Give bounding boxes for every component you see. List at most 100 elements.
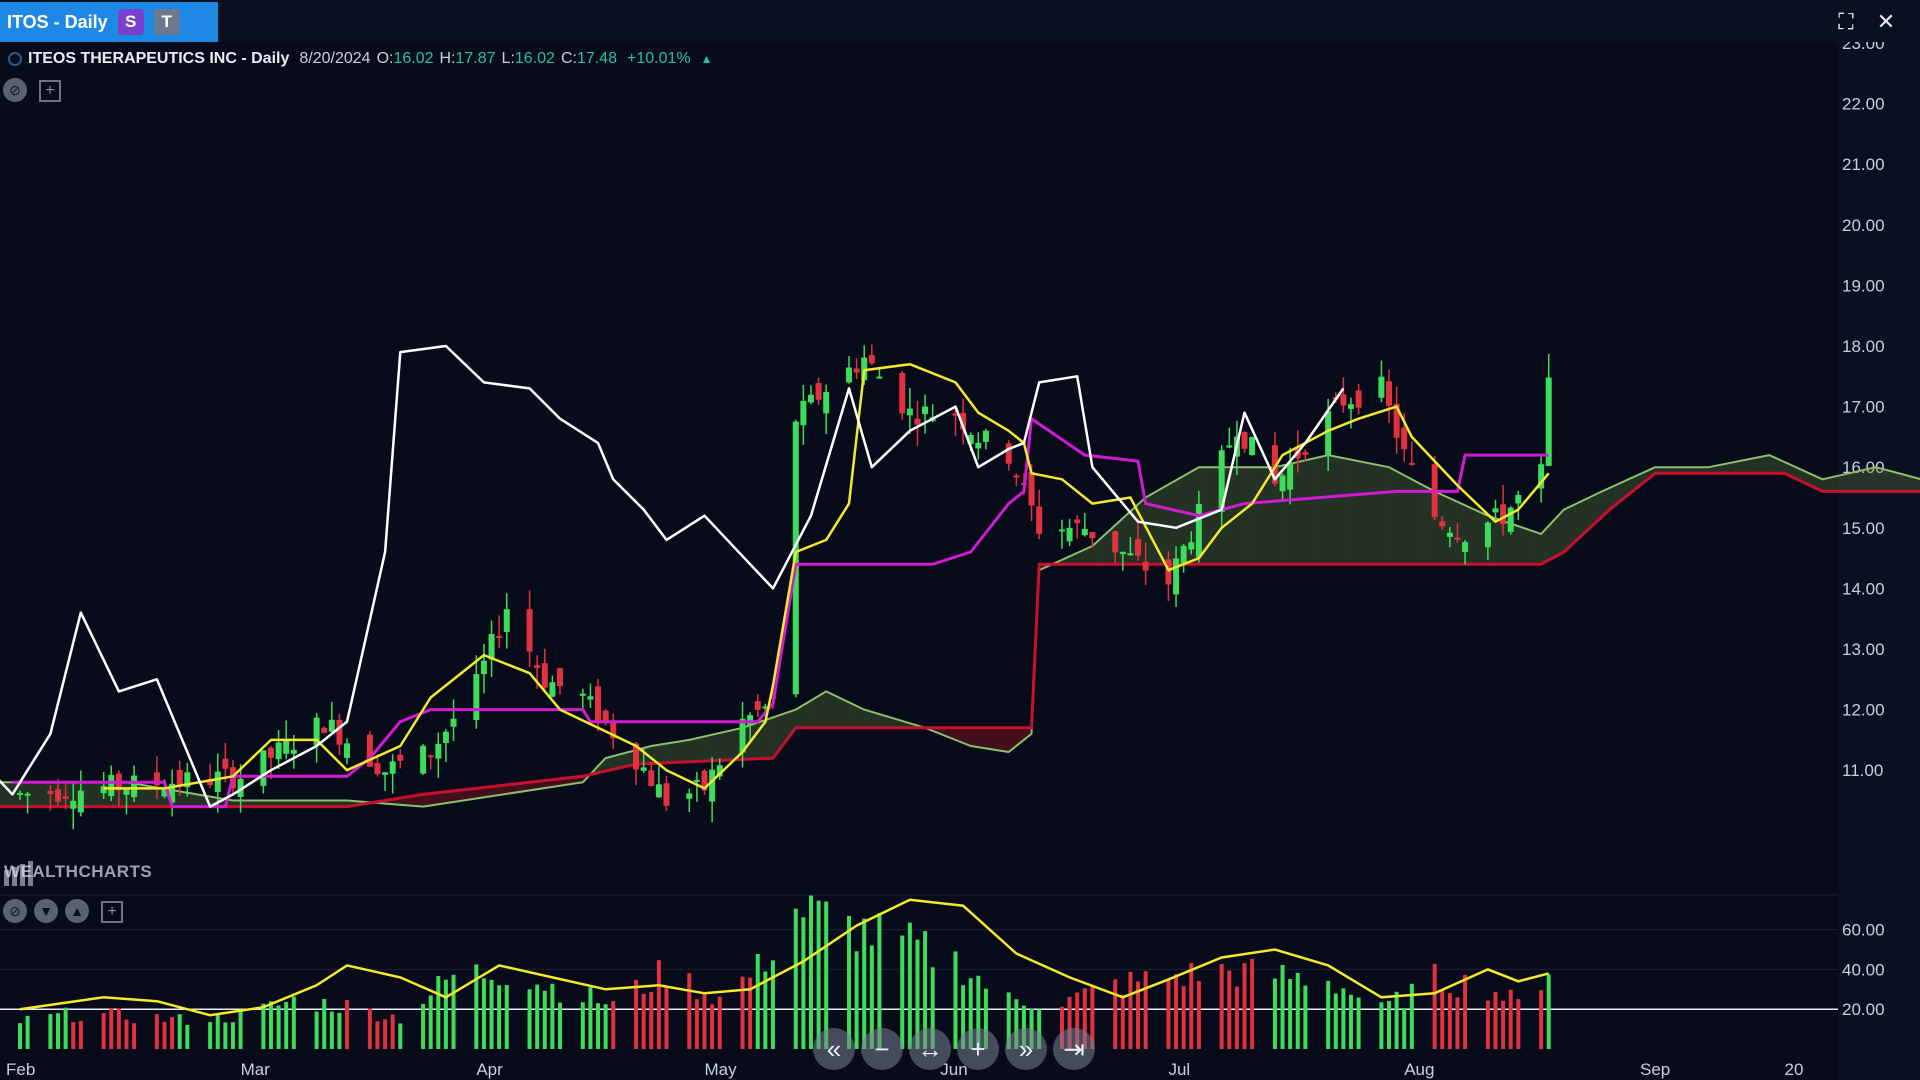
cloud-bull-segment xyxy=(826,691,834,728)
histogram-bar-down xyxy=(641,993,646,1049)
t-badge[interactable]: T xyxy=(153,9,180,35)
histogram-bar-up xyxy=(436,976,441,1049)
candle-up xyxy=(982,430,989,442)
candle-down xyxy=(868,354,875,364)
candle-up xyxy=(108,775,115,797)
histogram-bar-down xyxy=(1516,999,1521,1049)
histogram-bar-down xyxy=(154,1014,159,1049)
candle-down xyxy=(815,382,822,400)
candle-up xyxy=(1287,462,1294,490)
fit-icon[interactable]: ↔ xyxy=(909,1028,951,1070)
price-tick-label: 17.00 xyxy=(1842,398,1885,417)
histogram-bar-down xyxy=(124,1019,129,1049)
jump-end-icon[interactable]: ⇥ xyxy=(1053,1028,1095,1070)
histogram-bar-up xyxy=(953,951,958,1049)
rewind-icon[interactable]: « xyxy=(813,1028,855,1070)
histogram-bar-down xyxy=(1113,979,1118,1049)
histogram-bar-up xyxy=(215,1013,220,1049)
candle-up xyxy=(1058,529,1065,532)
histogram-bar-down xyxy=(1250,958,1255,1049)
candle-down xyxy=(1500,504,1507,525)
histogram-bar-up xyxy=(314,1011,319,1049)
chart-tab[interactable]: ITOS - Daily S T xyxy=(0,2,218,42)
candle-down xyxy=(648,770,655,786)
histogram-bar-down xyxy=(702,992,707,1049)
cloud-bull-segment xyxy=(1852,470,1861,492)
candle-down xyxy=(1302,452,1309,455)
candle-up xyxy=(435,743,442,759)
indicator-tick-label: 60.00 xyxy=(1842,921,1885,940)
candle-down xyxy=(754,701,761,710)
histogram-bar-down xyxy=(1143,971,1148,1049)
candle-down xyxy=(321,727,328,733)
cloud-bull-segment xyxy=(1495,518,1504,565)
cloud-bull-segment xyxy=(1168,480,1177,565)
histogram-bar-down xyxy=(1128,971,1133,1049)
histogram-bar-down xyxy=(1455,997,1460,1049)
top-bar: ITOS - Daily S T ⛶ ✕ xyxy=(0,0,1920,42)
candle-up xyxy=(1066,527,1073,542)
histogram-bar-up xyxy=(1379,1002,1384,1049)
cloud-bull-segment xyxy=(1389,467,1397,565)
x-tick-label: Aug xyxy=(1404,1060,1434,1079)
histogram-bar-up xyxy=(1546,974,1551,1049)
x-tick-label: Jul xyxy=(1168,1060,1190,1079)
cloud-bull-segment xyxy=(1457,501,1466,565)
candle-up xyxy=(1515,494,1522,504)
candlestick-series xyxy=(17,344,1552,830)
histogram-bar-down xyxy=(649,991,654,1049)
histogram-bar-up xyxy=(801,917,806,1049)
candle-up xyxy=(1279,475,1286,492)
histogram-bar-down xyxy=(1440,990,1445,1049)
fullscreen-icon[interactable]: ⛶ xyxy=(1834,10,1858,34)
price-tick-label: 14.00 xyxy=(1842,579,1885,598)
price-tick-label: 18.00 xyxy=(1842,337,1885,356)
zoom-in-icon[interactable]: + xyxy=(957,1028,999,1070)
candle-up xyxy=(846,367,853,383)
candle-up xyxy=(1484,522,1491,548)
cloud-bull-segment xyxy=(818,691,827,728)
histogram-bar-down xyxy=(78,1020,83,1049)
cloud-bull-segment xyxy=(704,734,713,762)
chart-area[interactable]: 24.0023.0022.0021.0020.0019.0018.0017.00… xyxy=(0,42,1920,1080)
ichimoku-cloud xyxy=(0,455,1920,807)
histogram-bar-down xyxy=(1432,963,1437,1049)
histogram-bar-up xyxy=(1272,978,1277,1049)
histogram-bar-up xyxy=(542,990,547,1049)
histogram-bar-down xyxy=(101,1013,106,1049)
histogram-bar-up xyxy=(238,1010,243,1049)
candle-up xyxy=(480,660,487,675)
close-icon[interactable]: ✕ xyxy=(1874,10,1898,34)
histogram-bar-down xyxy=(1234,986,1239,1049)
histogram-bar-up xyxy=(1402,1008,1407,1049)
indicator-tick-label: 20.00 xyxy=(1842,1000,1885,1019)
histogram-bar-up xyxy=(1303,985,1308,1049)
cloud-bull-segment xyxy=(1350,459,1359,565)
candle-up xyxy=(579,693,586,696)
histogram-bar-down xyxy=(694,999,699,1049)
candle-down xyxy=(1386,381,1393,406)
forward-icon[interactable]: » xyxy=(1005,1028,1047,1070)
candle-up xyxy=(1226,445,1233,448)
candle-up xyxy=(442,731,449,744)
cloud-bull-segment xyxy=(1754,456,1762,474)
cloud-span-a-line xyxy=(0,454,1920,808)
candle-down xyxy=(595,686,602,723)
candle-down xyxy=(1074,519,1081,524)
price-tick-label: 19.00 xyxy=(1842,276,1885,295)
candle-up xyxy=(549,682,556,697)
wealthcharts-watermark: WEALTHCHARTS xyxy=(4,862,153,881)
candle-down xyxy=(397,754,404,761)
histogram-bar-down xyxy=(1189,963,1194,1049)
histogram-bar-down xyxy=(1493,992,1498,1049)
histogram-bar-up xyxy=(907,922,912,1049)
s-badge[interactable]: S xyxy=(117,9,144,35)
candle-up xyxy=(823,392,830,414)
price-tick-label: 12.00 xyxy=(1842,701,1885,720)
zoom-out-icon[interactable]: − xyxy=(861,1028,903,1070)
x-tick-label: Feb xyxy=(6,1060,35,1079)
candle-up xyxy=(1081,528,1088,536)
cloud-bull-segment xyxy=(1252,467,1260,565)
cloud-bull-segment xyxy=(1343,458,1351,565)
histogram-bar-down xyxy=(611,1001,616,1049)
